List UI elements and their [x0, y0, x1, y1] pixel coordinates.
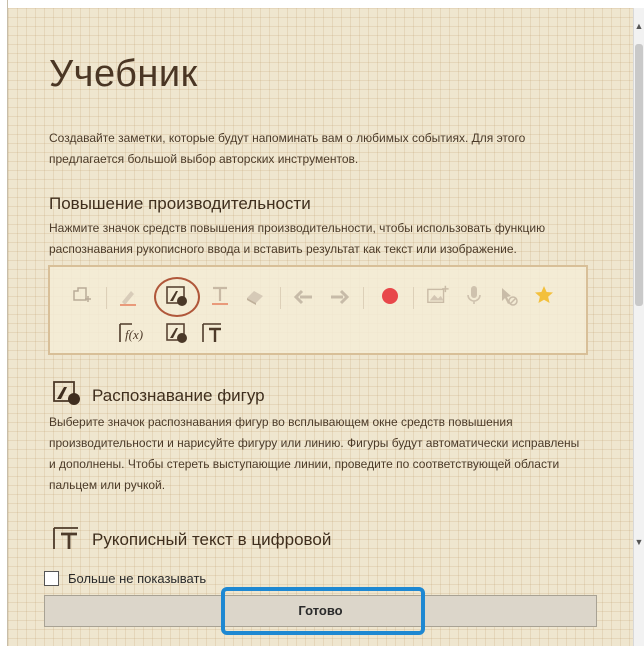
toolbar-separator [106, 287, 107, 309]
intro-text: Создавайте заметки, которые будут напоми… [49, 131, 526, 166]
pointer-off-icon [496, 284, 520, 308]
pen-icon [116, 284, 140, 308]
eraser-icon [243, 284, 267, 308]
shape-recognition-icon [52, 380, 80, 406]
dont-show-label[interactable]: Больше не показывать [68, 571, 206, 586]
handwriting-to-text-icon [201, 321, 225, 345]
dont-show-checkbox[interactable] [44, 571, 59, 586]
toolbar-separator [363, 287, 364, 309]
microphone-icon [462, 283, 486, 307]
toolbar-separator [280, 287, 281, 309]
scroll-up-icon[interactable]: ▲ [634, 20, 644, 32]
undo-icon [292, 284, 316, 308]
formula-label: f(x) [125, 327, 143, 342]
text-icon [208, 283, 232, 307]
handwriting-heading: Рукописный текст в цифровой [92, 530, 332, 549]
scroll-down-icon[interactable]: ▼ [634, 536, 644, 548]
productivity-heading: Повышение производительности [49, 194, 311, 213]
done-button-highlight [221, 587, 425, 635]
shape-recognition-icon [165, 321, 189, 345]
handwriting-to-text-icon [52, 525, 80, 551]
record-icon [378, 284, 402, 308]
add-page-icon [70, 284, 94, 308]
productivity-toolbar-illustration: f(x) [48, 265, 588, 355]
toolbar-separator [413, 287, 414, 309]
tutorial-page: Учебник Создавайте заметки, которые буду… [8, 8, 634, 646]
shape-recognition-text: Выберите значок распознавания фигур во в… [49, 415, 580, 492]
insert-image-icon [426, 282, 450, 306]
productivity-text: Нажмите значок средств повышения произво… [49, 221, 546, 256]
favorite-icon [532, 283, 556, 307]
shape-recognition-heading: Распознавание фигур [92, 386, 265, 405]
selected-tool-highlight [154, 277, 200, 317]
scrollbar-thumb[interactable] [635, 44, 643, 306]
formula-icon: f(x) [118, 321, 150, 345]
page-title: Учебник [49, 53, 198, 95]
vertical-scrollbar[interactable]: ▲ ▼ [633, 8, 644, 646]
redo-icon [327, 284, 351, 308]
